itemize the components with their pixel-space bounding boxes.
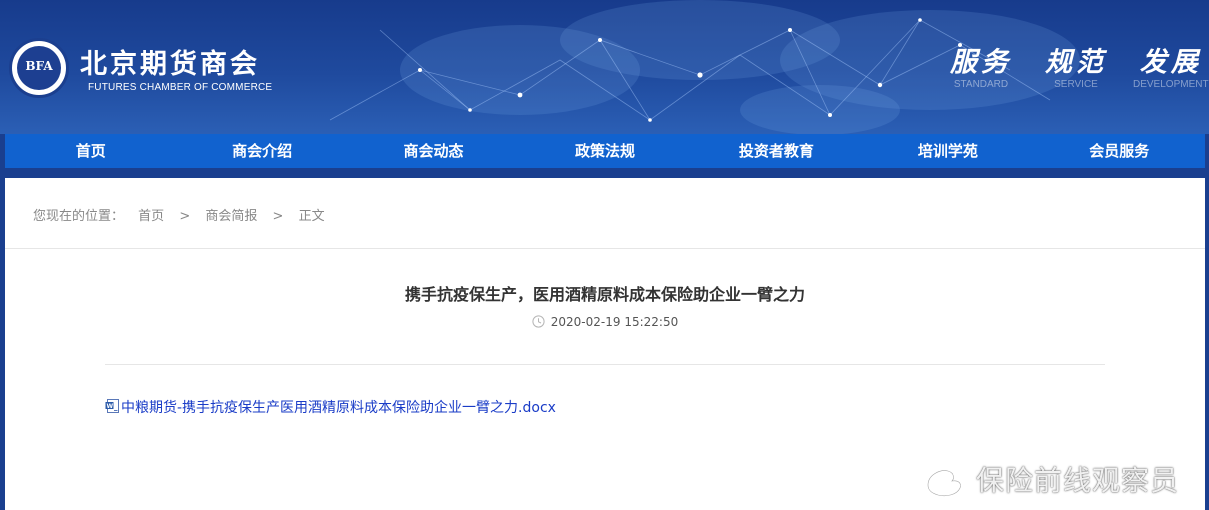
slogan-en: DEVELOPMENT bbox=[1133, 79, 1209, 90]
logo-abbreviation: BFA bbox=[25, 59, 53, 73]
slogan-en: STANDARD bbox=[953, 79, 1009, 90]
watermark-text: 保险前线观察员 bbox=[976, 464, 1180, 497]
weibo-icon bbox=[926, 463, 968, 497]
weibo-watermark: 保险前线观察员 bbox=[922, 458, 1179, 500]
breadcrumb: 您现在的位置： 首页 > 商会简报 > 正文 bbox=[33, 205, 325, 224]
breadcrumb-current: 正文 bbox=[298, 209, 325, 224]
slogan-service: 服务 STANDARD bbox=[950, 40, 1012, 90]
attachment-filename: 中粮期货-携手抗疫保生产医用酒精原料成本保险助企业一臂之力.docx bbox=[121, 400, 556, 416]
brand-name-english: FUTURES CHAMBER OF COMMERCE bbox=[88, 82, 273, 93]
slogan-en: SERVICE bbox=[1054, 79, 1098, 90]
breadcrumb-bulletin[interactable]: 商会简报 bbox=[205, 205, 257, 224]
article-meta: 2020-02-19 15:22:50 bbox=[5, 315, 1205, 329]
nav-training[interactable]: 培训学苑 bbox=[862, 134, 1033, 168]
nav-policy[interactable]: 政策法规 bbox=[519, 134, 690, 168]
nav-home[interactable]: 首页 bbox=[5, 134, 176, 168]
nav-news[interactable]: 商会动态 bbox=[348, 134, 519, 168]
breadcrumb-prefix: 您现在的位置： bbox=[33, 209, 125, 224]
bfa-logo[interactable]: BFA bbox=[9, 38, 69, 98]
breadcrumb-separator: > bbox=[179, 209, 191, 224]
article-title: 携手抗疫保生产，医用酒精原料成本保险助企业一臂之力 bbox=[404, 285, 805, 304]
breadcrumb-home[interactable]: 首页 bbox=[138, 205, 164, 224]
brand-name-chinese: 北京期货商会 bbox=[80, 49, 260, 80]
word-document-icon: W bbox=[105, 399, 119, 413]
slogan-cn: 发展 bbox=[1139, 47, 1202, 78]
divider bbox=[5, 248, 1205, 249]
svg-text:W: W bbox=[107, 403, 114, 410]
slogan-cn: 规范 bbox=[1045, 47, 1107, 78]
clock-icon bbox=[532, 315, 545, 328]
article-datetime: 2020-02-19 15:22:50 bbox=[550, 315, 679, 329]
divider bbox=[105, 364, 1105, 365]
nav-investor-education[interactable]: 投资者教育 bbox=[691, 134, 862, 168]
slogan-development: 发展 DEVELOPMENT bbox=[1133, 40, 1209, 90]
site-header: BFA 北京期货商会 FUTURES CHAMBER OF COMMERCE 服… bbox=[0, 0, 1209, 134]
nav-member-services[interactable]: 会员服务 bbox=[1034, 134, 1205, 168]
main-nav: 首页 商会介绍 商会动态 政策法规 投资者教育 培训学苑 会员服务 bbox=[5, 134, 1205, 168]
breadcrumb-separator: > bbox=[272, 209, 284, 224]
slogan-cn: 服务 bbox=[950, 47, 1012, 78]
attachment-link[interactable]: W 中粮期货-携手抗疫保生产医用酒精原料成本保险助企业一臂之力.docx bbox=[105, 397, 556, 417]
slogan-standard: 规范 SERVICE bbox=[1045, 40, 1107, 90]
nav-about[interactable]: 商会介绍 bbox=[176, 134, 347, 168]
